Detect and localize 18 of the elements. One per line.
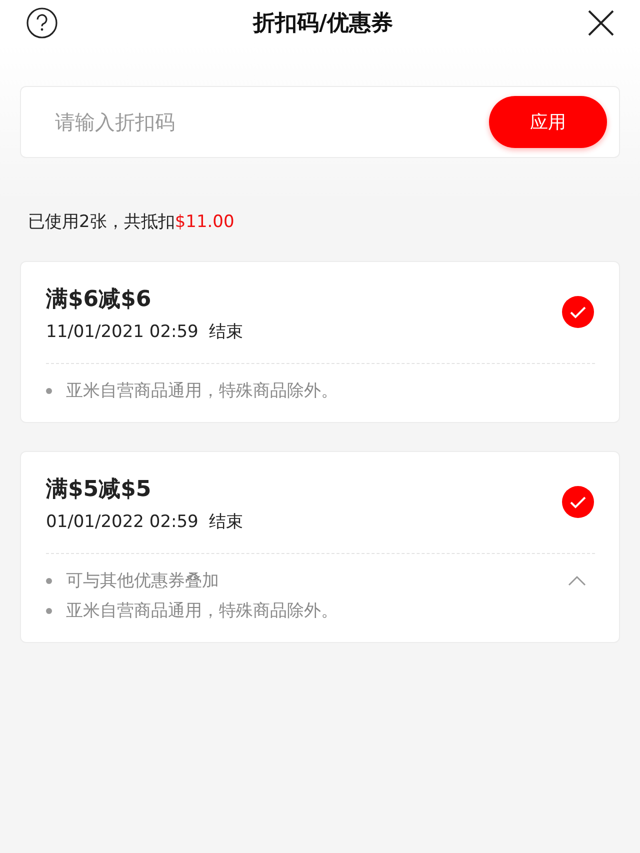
page-title: 折扣码/优惠券 (252, 10, 394, 38)
coupon-expiry: 01/01/2022 02:59 结束 (46, 511, 244, 533)
coupon-card[interactable]: 满$6减$6 11/01/2021 02:59 结束 亚米自营商品通用，特殊商品除外。 (20, 261, 620, 423)
coupon-title: 满$6减$6 (46, 286, 152, 314)
coupon-expiry: 11/01/2021 02:59 结束 (46, 321, 244, 343)
coupon-card[interactable]: 满$5减$5 01/01/2022 02:59 结束 可与其他优惠券叠加 亚米自营商品通用，特殊商品除外。 (20, 451, 620, 643)
help-icon[interactable] (26, 7, 58, 39)
checkmark-icon[interactable] (562, 486, 594, 518)
discount-code-field[interactable]: 请输入折扣码 应用 (20, 86, 620, 158)
coupon-note: 亚米自营商品通用，特殊商品除外。 (46, 376, 338, 406)
apply-button[interactable]: 应用 (489, 96, 607, 148)
coupon-title: 满$5减$5 (46, 476, 152, 504)
checkmark-icon[interactable] (562, 296, 594, 328)
close-icon[interactable] (588, 10, 614, 36)
coupon-note: 可与其他优惠券叠加 (46, 566, 338, 596)
coupon-note: 亚米自营商品通用，特殊商品除外。 (46, 596, 338, 626)
summary-text: 已使用2张，共抵扣$11.00 (28, 211, 236, 233)
caret-icon[interactable] (567, 575, 587, 587)
